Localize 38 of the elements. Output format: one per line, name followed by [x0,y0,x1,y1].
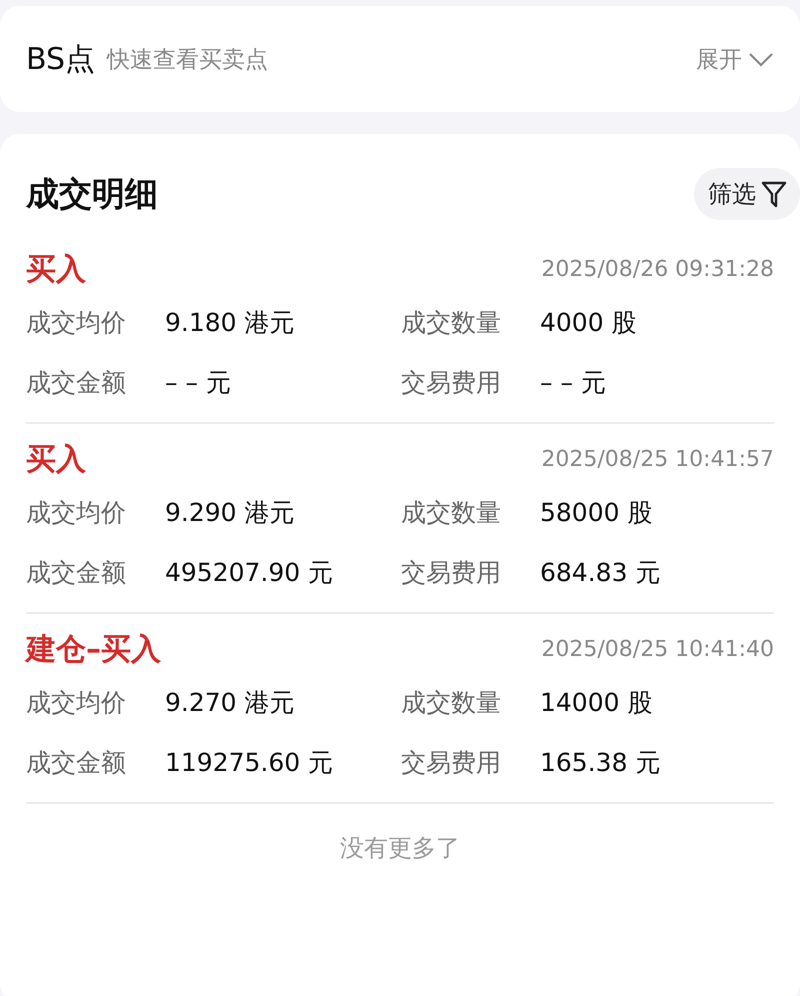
field-label: 成交数量 [401,686,502,718]
field-value: 9.270 港元 [165,686,295,718]
field-label: 成交数量 [401,306,502,338]
field-value: – – 元 [540,366,606,398]
expand-button[interactable]: 展开 [696,44,774,74]
trade-type: 买入 [26,440,86,478]
field-value: 9.180 港元 [165,306,295,338]
trade-time: 2025/08/25 10:41:40 [541,636,774,662]
field-label: 成交金额 [26,746,127,778]
field-label: 成交金额 [26,556,127,588]
field-value: 14000 股 [540,686,652,718]
field-label: 成交数量 [401,496,502,528]
field-label: 交易费用 [401,366,502,398]
field-value: 4000 股 [540,306,637,338]
field-label: 成交均价 [26,306,127,338]
field-label: 交易费用 [401,746,502,778]
trade-time: 2025/08/25 10:41:57 [541,446,774,472]
field-value: 495207.90 元 [165,556,334,588]
field-label: 成交均价 [26,686,127,718]
field-value: 9.290 港元 [165,496,295,528]
trade-time: 2025/08/26 09:31:28 [541,256,774,282]
filter-button[interactable]: 筛选 [694,168,800,220]
field-value: 165.38 元 [540,746,660,778]
chevron-icon [748,51,774,67]
section-title: BS点 [26,40,96,78]
field-value: 119275.60 元 [165,746,334,778]
field-value: – – 元 [165,366,231,398]
section-subtitle: 快速查看买卖点 [107,46,270,74]
filter-icon [760,179,788,209]
field-value: 684.83 元 [540,556,660,588]
end-of-list-text: 没有更多了 [339,833,461,864]
section-title: 成交明细 [26,172,158,214]
trade-type: 买入 [26,250,86,288]
trade-type: 建仓–买入 [26,630,161,668]
field-label: 交易费用 [401,556,502,588]
field-value: 58000 股 [540,496,652,528]
field-label: 成交均价 [26,496,127,528]
field-label: 成交金额 [26,366,127,398]
